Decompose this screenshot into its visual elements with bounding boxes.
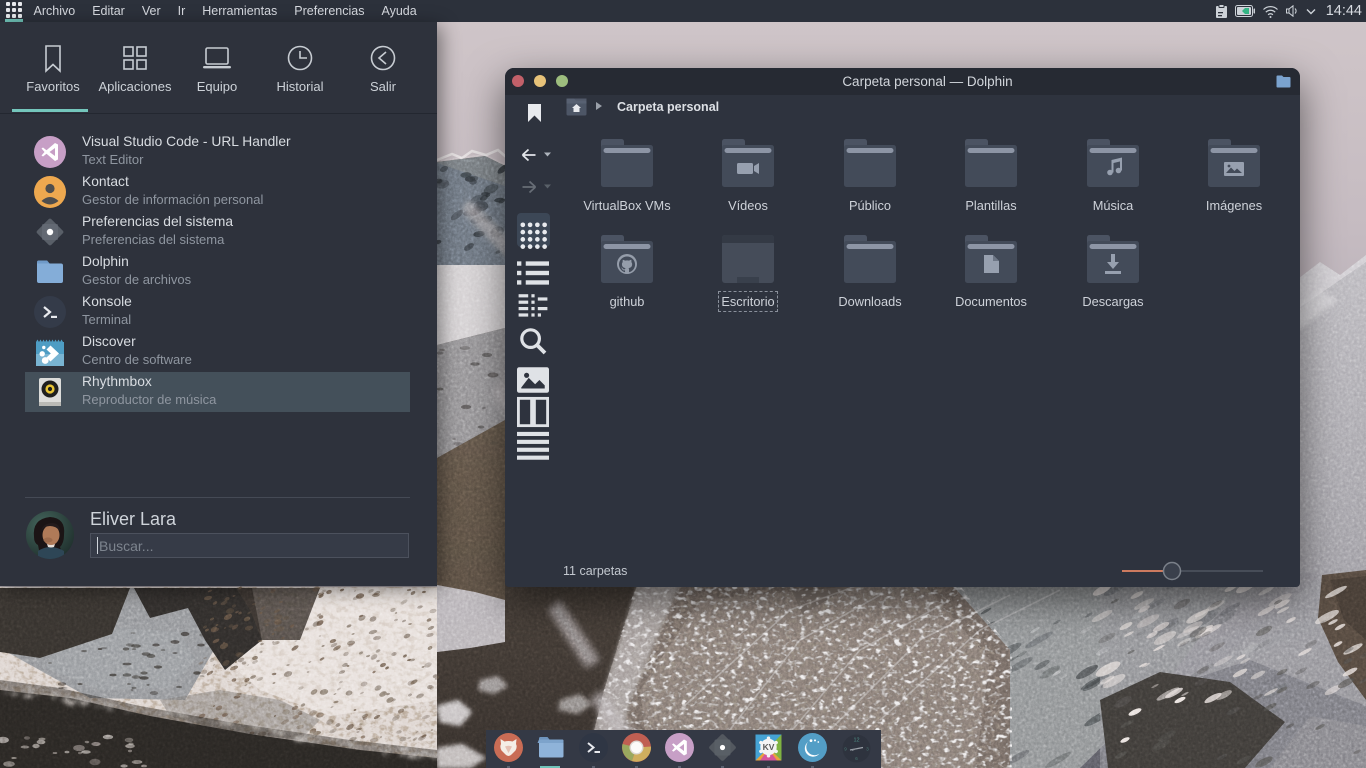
svg-text:12: 12 (853, 738, 859, 744)
svg-text:KV: KV (763, 742, 775, 752)
